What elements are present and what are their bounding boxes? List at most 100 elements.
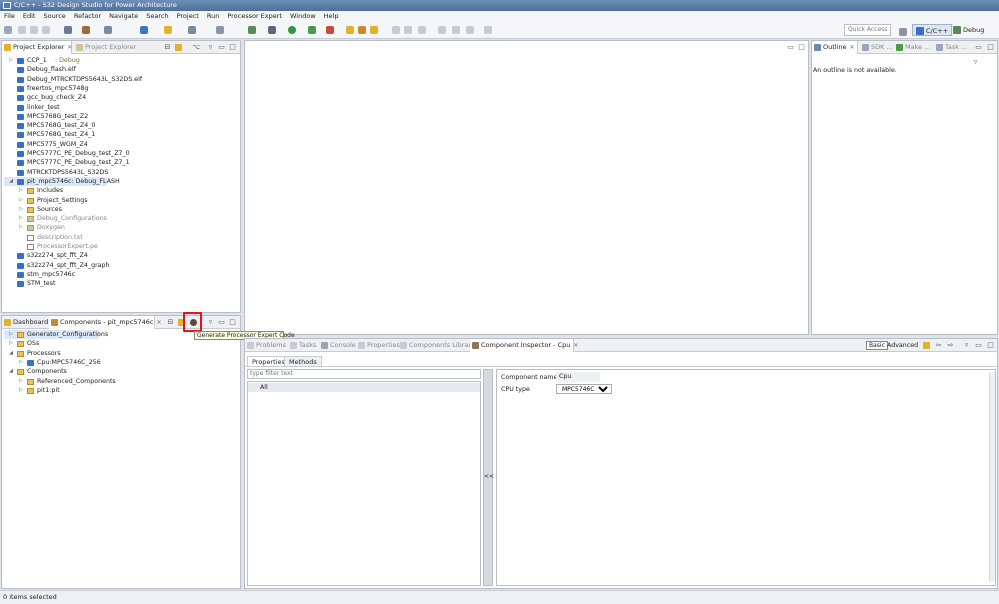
tab-sdk[interactable]: SDK ... [860,41,893,54]
tree-item[interactable]: description.txt [4,233,234,242]
inspector-minimize-icon[interactable]: ▭ [975,342,982,349]
cpu-type-select[interactable]: MPC5746C_256 [556,384,612,394]
expand-toggle-icon[interactable]: ▷ [18,186,24,195]
tab-project-explorer[interactable]: Project Explorer ✕ [2,41,72,54]
tree-item[interactable]: ▷ Includes [4,186,234,195]
settings-icon[interactable] [216,26,224,34]
collapse-all-components-icon[interactable]: ⊟ [167,319,174,326]
editor-minimize-icon[interactable]: ▭ [787,44,794,51]
component-tree-item[interactable]: ▷ pit1:pit [4,386,234,395]
collapse-all-icon[interactable]: ⊟ [164,44,171,51]
minimize-icon[interactable]: ▭ [218,44,225,51]
component-tree-item[interactable]: ▷ OSs [4,339,234,348]
outline-minimize-icon[interactable]: ▭ [975,44,982,51]
tree-item[interactable]: s32z274_spt_fft_Z4_graph [4,261,234,270]
build-icon[interactable] [64,26,72,34]
tree-item[interactable]: ◢ pit_mpc5746c: Debug_FLASH [4,176,120,187]
components-maximize-icon[interactable]: □ [229,319,236,326]
tree-item[interactable]: gcc_bug_check_Z4 [4,93,234,102]
lightning-icon[interactable] [164,26,172,34]
tree-item[interactable]: MPC5768G_test_Z4_0 [4,121,234,130]
tree-item[interactable]: stm_mpc5746c [4,270,234,279]
outline-maximize-icon[interactable]: □ [987,44,994,51]
components-view-menu-icon[interactable]: ▿ [207,319,214,326]
tree-item[interactable]: linker_test [4,103,234,112]
tree-item[interactable]: Debug_MTRCKTDPS5643L_S32DS.elf [4,75,234,84]
tab-dashboard[interactable]: Dashboard [2,316,48,329]
menu-edit[interactable]: Edit [19,11,40,22]
tree-item[interactable]: freertos_mpc5748g [4,84,234,93]
collapse-button[interactable]: << [484,473,494,480]
component-tree-item[interactable]: ▷ Generator_Configurations [4,330,108,340]
inspector-maximize-icon[interactable]: □ [987,342,994,349]
tree-item[interactable]: ProcessorExpert.pe [4,242,234,251]
external-tools-icon[interactable] [308,26,316,34]
annotation-icon[interactable] [392,26,400,34]
tab-components-library[interactable]: Components Library [398,339,475,352]
tab-properties[interactable]: Properties [356,339,400,352]
tree-item[interactable]: ▷ Sources [4,205,234,214]
tree-item[interactable]: MPC5768G_test_Z4_1 [4,130,234,139]
close-icon[interactable]: ✕ [67,44,72,51]
expand-toggle-icon[interactable]: ▷ [8,56,14,65]
forward-icon[interactable] [484,26,492,34]
back-icon[interactable] [466,26,474,34]
debug-icon[interactable] [248,26,256,34]
components-minimize-icon[interactable]: ▭ [218,319,225,326]
flash-icon[interactable] [140,26,148,34]
filter-item-all[interactable]: All [248,383,480,392]
tree-item[interactable]: MPC5768G_test_Z2 [4,112,234,121]
inspector-view-menu-icon[interactable]: ▿ [963,342,970,349]
forward-nav-icon[interactable]: ⇨ [947,342,954,349]
expand-toggle-icon[interactable]: ▷ [8,330,14,339]
new-icon[interactable] [4,26,12,34]
expand-toggle-icon[interactable]: ◢ [8,367,14,376]
filter-input[interactable]: type filter text [247,369,481,379]
tab-make[interactable]: Make ... [894,41,930,54]
expand-toggle-icon[interactable]: ▷ [18,205,24,214]
link-editor-icon[interactable] [175,44,182,51]
pe-tool-icon[interactable] [188,26,196,34]
last-edit-icon[interactable] [452,26,460,34]
tab-problems[interactable]: Problems [245,339,287,352]
tab-task[interactable]: Task ... [934,41,968,54]
close-icon[interactable]: ✕ [573,342,578,349]
menu-window[interactable]: Window [286,11,320,22]
tree-item[interactable]: Debug_flash.elf [4,65,234,74]
editor-maximize-icon[interactable]: □ [798,44,805,51]
tree-item[interactable]: MPC5777C_PE_Debug_test_Z7_1 [4,158,234,167]
splitter[interactable]: << [483,369,494,586]
menu-run[interactable]: Run [203,11,223,22]
tree-item[interactable]: ▷ Doxygen [4,223,234,232]
help-icon[interactable] [923,342,930,349]
run-icon[interactable] [288,26,296,34]
menu-navigate[interactable]: Navigate [105,11,142,22]
view-menu-icon[interactable]: ▿ [207,44,214,51]
expand-toggle-icon[interactable]: ◢ [8,177,14,186]
expand-toggle-icon[interactable]: ▷ [8,339,14,348]
print-icon[interactable] [42,26,50,34]
outline-menu-icon[interactable]: ▿ [972,59,979,66]
save-icon[interactable] [18,26,26,34]
gear-icon[interactable] [268,26,276,34]
tree-item[interactable]: ▷ CCP_1: Debug [4,56,234,65]
expand-toggle-icon[interactable]: ▷ [18,223,24,232]
menu-refactor[interactable]: Refactor [70,11,105,22]
maximize-icon[interactable]: □ [229,44,236,51]
menu-search[interactable]: Search [142,11,172,22]
tab-components[interactable]: Components - pit_mpc5746c ✕ [49,316,162,329]
tree-item[interactable]: ▷ Project_Settings [4,196,234,205]
expand-toggle-icon[interactable]: ▷ [18,386,24,395]
tab-console[interactable]: Console [319,339,356,352]
open-perspective-icon[interactable] [899,28,907,36]
tab-component-inspector[interactable]: Component Inspector - Cpu ✕ [470,339,578,352]
stop-icon[interactable] [326,26,334,34]
basic-mode-button[interactable]: Basic [866,341,888,350]
pin-icon[interactable] [404,26,412,34]
perspective-cpp-button[interactable]: C/C++ [912,24,953,36]
open-type-icon[interactable] [358,26,366,34]
component-name-field[interactable]: Cpu [556,372,600,382]
menu-processor-expert[interactable]: Processor Expert [223,11,286,22]
tree-item[interactable]: MPC5775_WGM_Z4 [4,140,234,149]
tree-item[interactable]: s32z274_spt_fft_Z4 [4,251,234,260]
